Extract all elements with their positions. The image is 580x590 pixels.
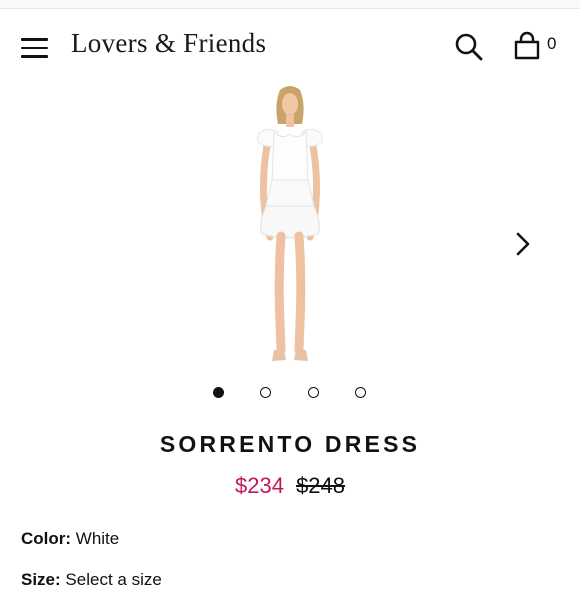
color-value: White — [75, 529, 120, 548]
product-title: SORRENTO DRESS — [159, 431, 421, 457]
sale-price: $234 — [234, 473, 284, 498]
menu-line — [21, 55, 48, 58]
color-selection: Color: White — [21, 529, 119, 549]
top-bar — [0, 0, 580, 9]
shopping-bag-icon[interactable] — [513, 31, 541, 61]
carousel-dots — [0, 387, 580, 401]
product-image[interactable] — [218, 82, 362, 370]
color-label: Color: — [21, 529, 72, 548]
carousel-dot-1[interactable] — [213, 387, 224, 398]
chevron-right-icon[interactable] — [511, 231, 535, 257]
cart-count: 0 — [547, 34, 557, 53]
carousel-dot-4[interactable] — [355, 387, 366, 398]
brand-logo[interactable]: Lovers & Friends — [71, 28, 266, 59]
carousel-dot-2[interactable] — [260, 387, 271, 398]
carousel-dot-3[interactable] — [308, 387, 319, 398]
menu-icon[interactable] — [21, 38, 48, 58]
menu-line — [21, 38, 48, 41]
original-price: $248 — [296, 473, 346, 498]
size-selection[interactable]: Size: Select a size — [21, 570, 162, 590]
menu-line — [21, 46, 48, 49]
search-icon[interactable] — [454, 32, 484, 62]
price-row: $234 $248 — [0, 473, 580, 499]
